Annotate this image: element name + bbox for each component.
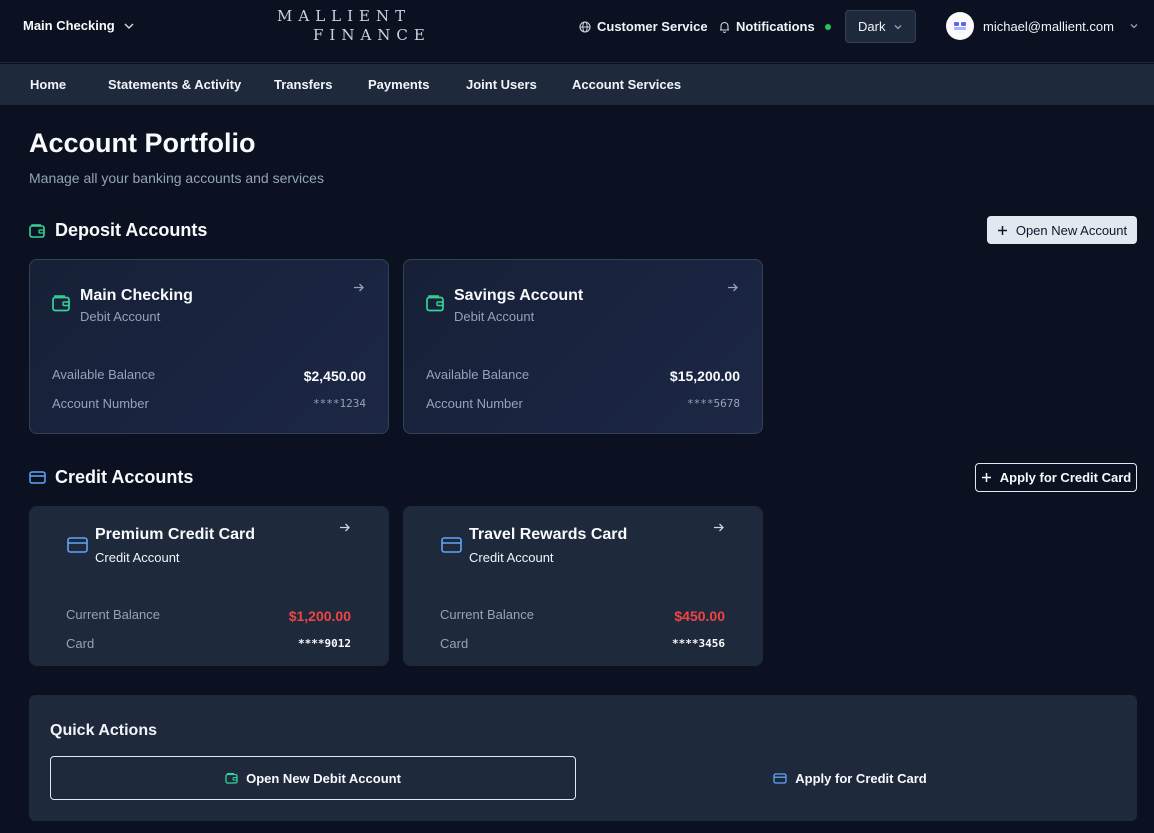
account-card-main-checking[interactable]: Main Checking Debit Account Available Ba…: [29, 259, 389, 434]
credit-card-icon: [29, 471, 46, 484]
main-nav: Home Statements & Activity Transfers Pay…: [0, 64, 1154, 105]
credit-section-label: Credit Accounts: [55, 467, 194, 487]
customer-service-link[interactable]: Customer Service: [579, 19, 708, 34]
nav-home[interactable]: Home: [30, 77, 66, 92]
quick-actions-panel: Quick Actions Open New Debit Account App…: [29, 695, 1137, 821]
card-number-value: ****3456: [672, 637, 725, 650]
nav-statements-activity[interactable]: Statements & Activity: [108, 77, 241, 92]
credit-card-icon: [441, 537, 462, 553]
balance-label: Available Balance: [52, 367, 156, 382]
wallet-icon: [52, 294, 71, 312]
logo-line-2: FINANCE: [313, 26, 431, 44]
theme-select-value: Dark: [858, 19, 886, 34]
card-number-label: Card: [440, 636, 469, 651]
open-debit-account-button[interactable]: Open New Debit Account: [50, 756, 576, 800]
avatar: [946, 12, 974, 40]
account-type: Debit Account: [80, 309, 161, 324]
account-type: Debit Account: [454, 309, 535, 324]
account-switcher-label: Main Checking: [23, 18, 115, 33]
customer-service-label: Customer Service: [597, 19, 708, 34]
nav-account-services[interactable]: Account Services: [572, 77, 681, 92]
balance-value: $1,200.00: [288, 608, 351, 624]
account-name: Premium Credit Card: [95, 526, 256, 543]
account-type: Credit Account: [469, 550, 554, 565]
account-card-travel-rewards[interactable]: Travel Rewards Card Credit Account Curre…: [403, 506, 763, 666]
apply-credit-card-button[interactable]: Apply for Credit Card: [975, 463, 1137, 492]
balance-value: $2,450.00: [303, 368, 366, 384]
account-name: Savings Account: [454, 287, 584, 304]
card-number-label: Card: [66, 636, 95, 651]
arrow-right-icon: [339, 522, 351, 533]
chevron-down-icon: [123, 20, 135, 32]
balance-value: $450.00: [674, 608, 725, 624]
card-number-value: ****9012: [298, 637, 351, 650]
notifications-label: Notifications: [736, 19, 815, 34]
account-switcher[interactable]: Main Checking: [23, 18, 135, 33]
balance-value: $15,200.00: [669, 368, 740, 384]
credit-card-icon: [67, 537, 88, 553]
apply-credit-card-quick-label: Apply for Credit Card: [795, 770, 927, 786]
notifications-link[interactable]: Notifications: [719, 19, 831, 34]
nav-payments[interactable]: Payments: [368, 77, 429, 92]
open-new-account-button[interactable]: Open New Account: [987, 216, 1137, 244]
open-new-account-label: Open New Account: [1015, 222, 1128, 238]
plus-icon: [997, 225, 1008, 236]
nav-transfers[interactable]: Transfers: [274, 77, 333, 92]
balance-label: Current Balance: [440, 607, 534, 622]
page-title: Account Portfolio: [29, 128, 256, 158]
apply-credit-card-label: Apply for Credit Card: [999, 470, 1132, 485]
wallet-icon: [225, 772, 238, 784]
account-card-savings[interactable]: Savings Account Debit Account Available …: [403, 259, 763, 434]
chevron-down-icon: [1129, 21, 1139, 31]
globe-icon: [579, 20, 591, 33]
user-menu[interactable]: michael@mallient.com: [946, 12, 1139, 40]
account-number-value: ****1234: [313, 397, 366, 410]
account-number-value: ****5678: [687, 397, 740, 410]
user-email: michael@mallient.com: [983, 18, 1114, 34]
balance-label: Available Balance: [426, 367, 530, 382]
credit-card-icon: [773, 772, 787, 784]
top-bar: Main Checking MALLIENT FINANCE Customer …: [0, 0, 1154, 63]
arrow-right-icon: [727, 282, 739, 293]
apply-credit-card-quick-button[interactable]: Apply for Credit Card: [583, 756, 1117, 800]
quick-actions-title: Quick Actions: [50, 722, 157, 739]
credit-section-title: Credit Accounts: [29, 467, 193, 488]
chevron-down-icon: [893, 22, 903, 32]
deposit-section-label: Deposit Accounts: [55, 220, 208, 240]
theme-select[interactable]: Dark: [845, 10, 916, 43]
notification-status-dot: [824, 23, 831, 30]
account-type: Credit Account: [95, 550, 180, 565]
nav-joint-users[interactable]: Joint Users: [466, 77, 537, 92]
account-name: Travel Rewards Card: [469, 526, 628, 543]
deposit-section-title: Deposit Accounts: [29, 220, 207, 241]
bell-icon: [719, 21, 730, 33]
account-number-label: Account Number: [52, 396, 149, 411]
brand-logo[interactable]: MALLIENT FINANCE: [277, 7, 437, 45]
open-debit-account-label: Open New Debit Account: [246, 770, 401, 786]
arrow-right-icon: [353, 282, 365, 293]
logo-line-1: MALLIENT: [277, 7, 412, 25]
account-card-premium-credit[interactable]: Premium Credit Card Credit Account Curre…: [29, 506, 389, 666]
account-number-label: Account Number: [426, 396, 523, 411]
wallet-icon: [426, 294, 445, 312]
page-subtitle: Manage all your banking accounts and ser…: [29, 170, 324, 186]
account-name: Main Checking: [80, 287, 193, 304]
wallet-icon: [29, 223, 46, 239]
arrow-right-icon: [713, 522, 725, 533]
balance-label: Current Balance: [66, 607, 160, 622]
plus-icon: [981, 472, 992, 483]
